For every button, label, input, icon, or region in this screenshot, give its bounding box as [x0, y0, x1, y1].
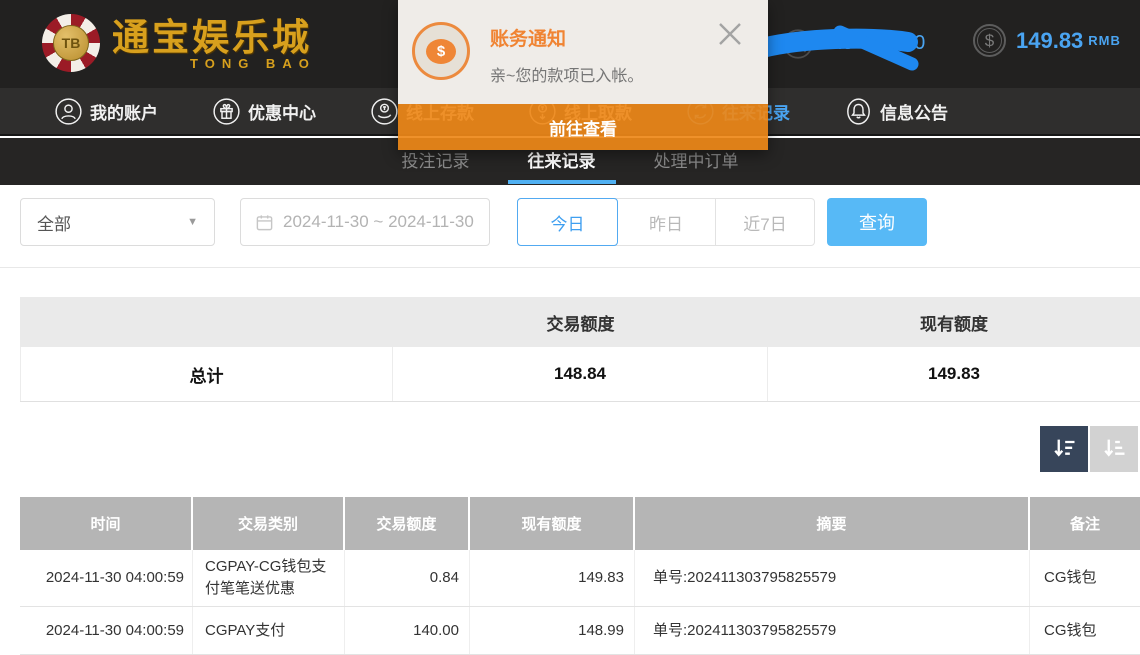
sort-descending-button[interactable]	[1040, 426, 1088, 472]
brand-name-en: TONG BAO	[190, 57, 316, 70]
close-icon[interactable]	[714, 18, 746, 50]
range-today-button[interactable]: 今日	[517, 198, 618, 246]
col-header-current-amount: 现有额度	[470, 497, 635, 550]
summary-header-empty	[20, 297, 393, 347]
table-row: 2024-11-30 04:00:59 CGPAY支付 140.00 148.9…	[20, 607, 1140, 655]
records-header-row: 时间 交易类别 交易额度 现有额度 摘要 备注	[20, 497, 1140, 550]
sort-ascending-button[interactable]	[1090, 426, 1138, 472]
date-range-picker[interactable]: 2024-11-30 ~ 2024-11-30	[240, 198, 490, 246]
notification-popup: $ 账务通知 亲~您的款项已入帐。 前往查看	[398, 0, 768, 150]
poker-chip-icon: TB	[42, 14, 100, 72]
col-header-time: 时间	[20, 497, 193, 550]
summary-total-row: 总计 148.84 149.83	[20, 347, 1140, 402]
go-view-button[interactable]: 前往查看	[398, 104, 768, 150]
sort-controls	[1040, 426, 1138, 472]
user-icon	[55, 98, 82, 125]
censor-scribble	[748, 18, 928, 74]
nav-item-promotions[interactable]: 优惠中心	[213, 98, 316, 125]
col-header-trade-amount: 交易额度	[345, 497, 470, 550]
money-message-icon: $	[412, 22, 470, 80]
sort-ascending-icon	[1100, 435, 1128, 463]
range-yesterday-button[interactable]: 昨日	[617, 199, 716, 245]
balance-display[interactable]: $ 149.83 RMB	[973, 24, 1121, 57]
section-divider	[0, 267, 1140, 268]
summary-table: 交易额度 现有额度 总计 148.84 149.83	[20, 297, 1140, 402]
notification-body: $ 账务通知 亲~您的款项已入帐。	[398, 0, 768, 104]
notification-message: 亲~您的款项已入帐。	[490, 62, 643, 86]
dollar-icon: $	[973, 24, 1006, 57]
brand-text: 通宝娱乐城 TONG BAO	[112, 17, 316, 70]
summary-header-row: 交易额度 现有额度	[20, 297, 1140, 347]
notification-title: 账务通知	[490, 24, 566, 51]
table-row: 2024-11-30 04:00:59 CGPAY-CG钱包支付笔笔送优惠 0.…	[20, 550, 1140, 607]
col-header-type: 交易类别	[193, 497, 345, 550]
gift-icon	[213, 98, 240, 125]
summary-header-trade-amount: 交易额度	[393, 297, 768, 347]
brand-name-cn: 通宝娱乐城	[112, 17, 316, 57]
summary-header-current-amount: 现有额度	[768, 297, 1140, 347]
site-logo[interactable]: TB 通宝娱乐城 TONG BAO	[42, 14, 316, 72]
col-header-summary: 摘要	[635, 497, 1030, 550]
chevron-down-icon: ▼	[187, 216, 198, 228]
bell-icon	[845, 98, 872, 125]
date-range-value: 2024-11-30 ~ 2024-11-30	[283, 212, 474, 232]
col-header-note: 备注	[1030, 497, 1140, 550]
chip-label: TB	[53, 25, 89, 61]
sort-descending-icon	[1050, 435, 1078, 463]
records-table: 时间 交易类别 交易额度 现有额度 摘要 备注 2024-11-30 04:00…	[20, 497, 1140, 655]
nav-item-my-account[interactable]: 我的账户	[55, 98, 158, 125]
type-dropdown[interactable]: 全部 ▼	[20, 198, 215, 246]
deposit-icon	[371, 98, 398, 125]
balance-amount: 149.83	[1016, 28, 1083, 54]
balance-currency: RMB	[1088, 33, 1121, 48]
quick-range-group: 今日 昨日 近7日	[517, 198, 815, 246]
type-dropdown-value: 全部	[37, 210, 187, 235]
summary-total-label: 总计	[20, 347, 393, 401]
summary-total-current-amount: 149.83	[768, 347, 1140, 401]
calendar-icon	[255, 213, 274, 232]
range-last7days-button[interactable]: 近7日	[716, 199, 814, 245]
summary-total-trade-amount: 148.84	[393, 347, 768, 401]
search-button[interactable]: 查询	[827, 198, 927, 246]
nav-item-announcements[interactable]: 信息公告	[845, 98, 948, 125]
